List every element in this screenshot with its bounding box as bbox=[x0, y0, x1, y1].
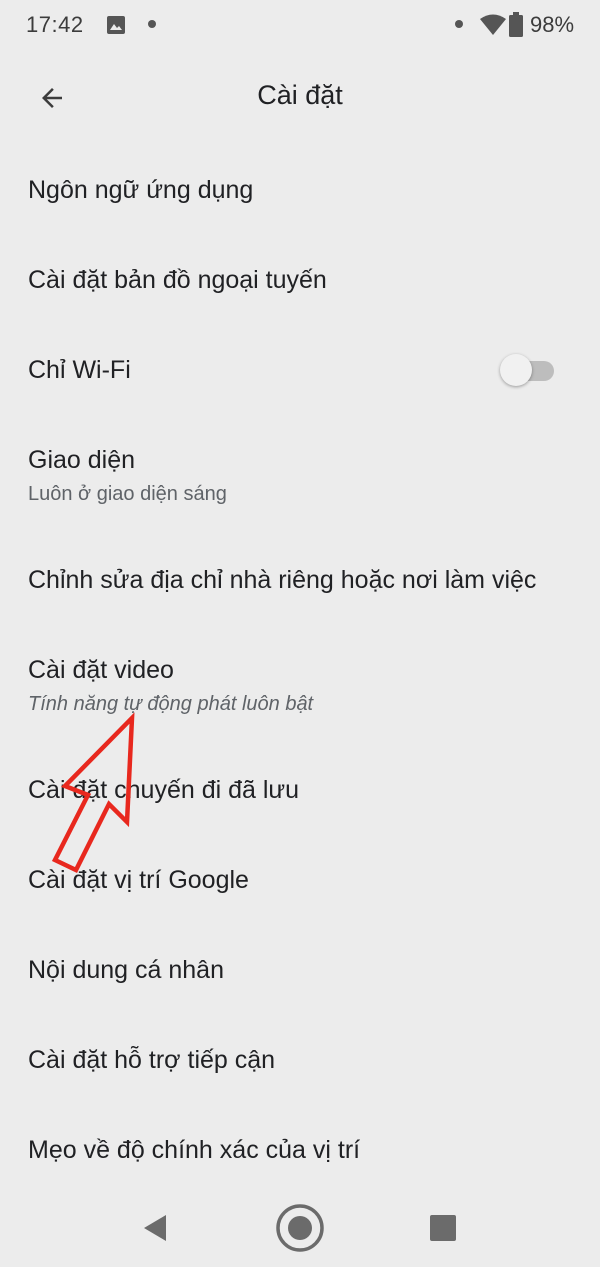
setting-accessibility[interactable]: Cài đặt hỗ trợ tiếp cận bbox=[0, 1016, 600, 1104]
page-title: Cài đặt bbox=[257, 80, 343, 110]
setting-location-accuracy-tips[interactable]: Mẹo về độ chính xác của vị trí bbox=[0, 1106, 600, 1194]
status-bar: 17:42 98% bbox=[0, 0, 600, 52]
setting-personal-content[interactable]: Nội dung cá nhân bbox=[0, 926, 600, 1014]
battery-icon bbox=[509, 12, 523, 37]
wifi-icon bbox=[480, 14, 506, 35]
setting-title: Cài đặt bản đồ ngoại tuyến bbox=[28, 266, 327, 294]
battery-percentage: 98% bbox=[530, 12, 575, 37]
notification-dot-icon bbox=[455, 20, 463, 28]
wifi-only-toggle[interactable] bbox=[500, 353, 556, 387]
setting-title: Mẹo về độ chính xác của vị trí bbox=[28, 1136, 361, 1164]
recents-square-icon[interactable] bbox=[420, 1206, 466, 1252]
setting-subtitle: Luôn ở giao diện sáng bbox=[28, 483, 227, 505]
setting-title: Ngôn ngữ ứng dụng bbox=[28, 176, 254, 204]
setting-offline-maps[interactable]: Cài đặt bản đồ ngoại tuyến bbox=[0, 236, 600, 324]
notification-dot-icon bbox=[148, 20, 156, 28]
setting-title: Chỉ Wi-Fi bbox=[28, 356, 131, 384]
home-circle-icon[interactable] bbox=[274, 1202, 326, 1254]
app-bar: Cài đặt bbox=[0, 60, 600, 136]
system-nav-bar bbox=[0, 1188, 600, 1267]
setting-app-language[interactable]: Ngôn ngữ ứng dụng bbox=[0, 146, 600, 234]
setting-theme[interactable]: Giao diện Luôn ở giao diện sáng bbox=[0, 416, 600, 526]
image-notification-icon bbox=[107, 16, 125, 34]
setting-wifi-only[interactable]: Chỉ Wi-Fi bbox=[0, 326, 600, 414]
back-triangle-icon[interactable] bbox=[130, 1206, 180, 1250]
setting-edit-home-work[interactable]: Chỉnh sửa địa chỉ nhà riêng hoặc nơi làm… bbox=[0, 536, 600, 624]
red-arrow-annotation bbox=[51, 712, 135, 873]
setting-title: Nội dung cá nhân bbox=[28, 956, 224, 984]
setting-title: Giao diện bbox=[28, 446, 136, 474]
setting-title: Cài đặt hỗ trợ tiếp cận bbox=[28, 1046, 276, 1074]
setting-title: Chỉnh sửa địa chỉ nhà riêng hoặc nơi làm… bbox=[28, 566, 537, 594]
toggle-thumb bbox=[500, 354, 532, 386]
setting-title: Cài đặt video bbox=[28, 656, 174, 684]
status-time: 17:42 bbox=[26, 12, 84, 37]
